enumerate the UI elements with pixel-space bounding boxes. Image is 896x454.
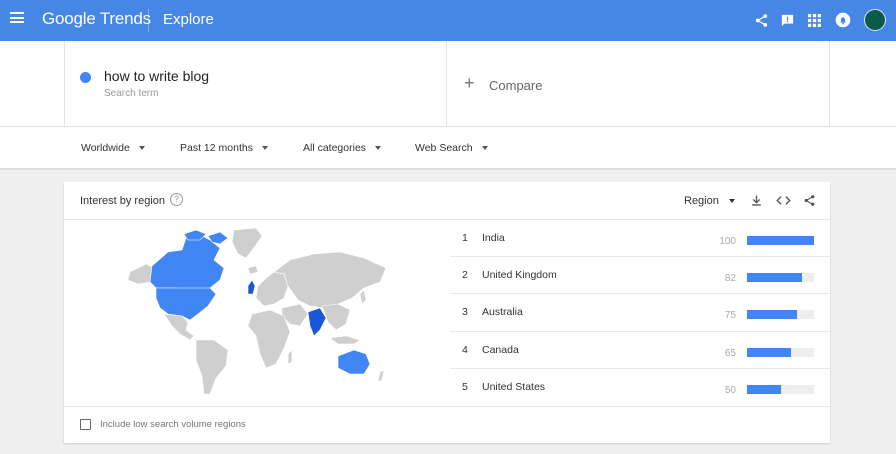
map-south-america <box>195 339 229 395</box>
table-row[interactable]: 2 United Kingdom 82 <box>450 257 830 295</box>
apps-icon[interactable] <box>804 10 824 30</box>
caret-down-icon <box>261 146 268 150</box>
search-term-sublabel: Search term <box>104 88 159 99</box>
value-bar-fill <box>747 236 814 245</box>
value-bar-fill <box>747 347 791 357</box>
map-iceland <box>247 265 259 275</box>
map-se-asia <box>321 303 351 331</box>
region-value: 100 <box>719 236 736 247</box>
rank-number: 3 <box>462 306 468 319</box>
value-bar-fill <box>747 273 802 283</box>
table-row[interactable]: 3 Australia 75 <box>450 294 830 332</box>
map-japan <box>359 289 367 305</box>
value-bar-fill <box>747 310 798 320</box>
card-title: Interest by region <box>80 195 165 207</box>
region-name[interactable]: Australia <box>482 306 523 318</box>
feedback-icon[interactable] <box>777 10 797 30</box>
map-australia <box>337 349 371 375</box>
map-europe <box>255 271 289 307</box>
header-divider <box>148 9 149 32</box>
notifications-icon[interactable] <box>833 10 853 30</box>
value-bar-fill <box>747 384 781 394</box>
value-bar <box>747 347 814 357</box>
share-icon[interactable] <box>751 10 771 30</box>
card-footer: Include low search volume regions <box>64 406 830 443</box>
search-term[interactable]: how to write blog <box>104 68 209 84</box>
map-asia <box>273 251 387 309</box>
region-name[interactable]: Canada <box>482 344 519 356</box>
map-new-zealand <box>377 369 385 383</box>
rank-number: 5 <box>462 380 468 393</box>
map-indonesia <box>329 335 361 345</box>
value-bar <box>747 384 814 394</box>
map-africa <box>247 309 291 369</box>
region-select-label: Region <box>684 195 719 207</box>
rank-number: 2 <box>462 269 468 282</box>
region-resolution-select[interactable]: Region <box>684 195 735 207</box>
embed-icon[interactable] <box>776 193 791 208</box>
download-icon[interactable] <box>749 193 764 208</box>
location-filter[interactable]: Worldwide <box>81 142 145 154</box>
search-band: how to write blog Search term + Compare <box>0 41 896 127</box>
avatar[interactable] <box>864 9 886 31</box>
region-value: 50 <box>724 384 736 396</box>
menu-icon[interactable] <box>10 12 24 23</box>
category-filter[interactable]: All categories <box>303 142 382 154</box>
help-icon[interactable]: ? <box>170 193 183 206</box>
world-map[interactable] <box>124 228 394 398</box>
caret-down-icon <box>481 146 488 150</box>
rank-number: 1 <box>462 232 468 244</box>
map-madagascar <box>287 349 293 365</box>
caret-down-icon <box>728 199 735 203</box>
plus-icon: + <box>464 73 475 93</box>
category-filter-label: All categories <box>303 142 367 154</box>
region-ranking-list: 1 India 100 2 United Kingdom 82 3 Austra… <box>450 220 830 406</box>
table-row[interactable]: 4 Canada 65 <box>450 332 830 369</box>
location-filter-label: Worldwide <box>81 142 130 154</box>
compare-label: Compare <box>489 78 543 93</box>
card-header: Interest by region ? Region <box>64 182 830 220</box>
region-name[interactable]: India <box>482 232 505 244</box>
table-row[interactable]: 5 United States 50 <box>450 369 830 406</box>
compare-button[interactable]: + Compare <box>447 41 830 127</box>
region-value: 65 <box>724 347 736 359</box>
value-bar <box>747 273 814 283</box>
share-icon[interactable] <box>802 193 817 208</box>
time-filter[interactable]: Past 12 months <box>180 142 268 154</box>
value-bar <box>747 310 814 320</box>
table-row[interactable]: 1 India 100 <box>450 220 830 258</box>
caret-down-icon <box>138 146 145 150</box>
property-filter[interactable]: Web Search <box>415 142 488 154</box>
map-greenland <box>231 228 263 259</box>
map-india <box>307 307 327 337</box>
search-term-box[interactable]: how to write blog Search term <box>64 41 447 127</box>
region-name[interactable]: United States <box>482 381 545 393</box>
region-value: 75 <box>724 310 736 322</box>
app-header: Google Trends Explore <box>0 0 896 41</box>
rank-number: 4 <box>462 343 468 356</box>
filter-bar: Worldwide Past 12 months All categories … <box>0 127 896 170</box>
term-color-dot <box>80 72 91 83</box>
caret-down-icon <box>375 146 382 150</box>
logo[interactable]: Google Trends <box>42 9 151 29</box>
low-volume-label[interactable]: Include low search volume regions <box>100 419 246 430</box>
page-title: Explore <box>163 11 214 28</box>
low-volume-checkbox[interactable] <box>80 419 91 430</box>
property-filter-label: Web Search <box>415 142 473 154</box>
interest-by-region-card: Interest by region ? Region 1 India 100 … <box>64 182 830 443</box>
region-name[interactable]: United Kingdom <box>482 269 557 281</box>
map-uk <box>247 279 256 295</box>
time-filter-label: Past 12 months <box>180 142 253 154</box>
region-value: 82 <box>724 273 736 285</box>
value-bar <box>747 236 814 245</box>
